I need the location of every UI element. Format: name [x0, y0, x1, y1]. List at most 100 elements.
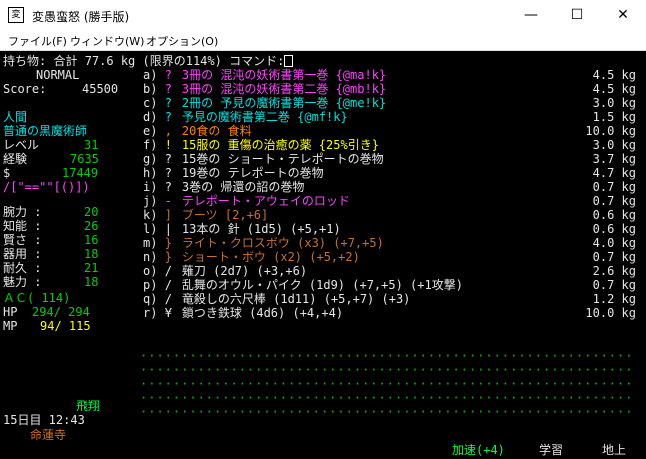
- close-button[interactable]: ✕: [600, 0, 646, 30]
- inventory-item[interactable]: i) ? 3巻の 帰還の詔の巻物: [143, 180, 304, 194]
- inventory-header: 持ち物: 合計 77.6 kg (限界の114%) コマンド:: [3, 54, 294, 68]
- item-symbol-icon: -: [164, 194, 172, 208]
- item-name: 薙刀 (2d7) (+3,+6): [174, 264, 308, 278]
- item-key: m): [143, 236, 165, 250]
- stat-dex-value: 18: [84, 247, 99, 261]
- menu-bar: ファイル(F) ウィンドウ(W) オプション(O): [0, 30, 646, 51]
- stat-wis-label: 賢さ :: [3, 233, 42, 247]
- inventory-item[interactable]: a) ? 3冊の 混沌の妖術書第一巻 {@ma!k}: [143, 68, 386, 82]
- item-weight: 4.5 kg: [592, 68, 636, 82]
- item-symbol-icon: ¥: [164, 306, 172, 320]
- gold-label: $: [3, 166, 11, 180]
- inventory-item[interactable]: l) | 13本の 針 (1d5) (+5,+1): [143, 222, 341, 236]
- inventory-item[interactable]: c) ? 2冊の 予見の魔術書第一巻 {@me!k}: [143, 96, 386, 110]
- inventory-item[interactable]: h) ? 19巻の テレポートの巻物: [143, 166, 324, 180]
- item-name: 20食の 食料: [174, 124, 252, 138]
- item-symbol-icon: ?: [164, 82, 172, 96]
- study-status: 学習: [539, 443, 564, 457]
- item-name: 鎖つき鉄球 (4d6) (+4,+4): [174, 306, 344, 320]
- inventory-item[interactable]: f) ! 15服の 重傷の治癒の薬 {25%引き}: [143, 138, 379, 152]
- exp-value: 7635: [70, 152, 99, 166]
- item-weight: 0.7 kg: [592, 250, 636, 264]
- item-symbol-icon: ?: [164, 68, 172, 82]
- inventory-item[interactable]: r) ¥ 鎖つき鉄球 (4d6) (+4,+4): [143, 306, 343, 320]
- inventory-item[interactable]: n) } ショート・ボウ (x2) (+5,+2): [143, 250, 360, 264]
- inventory-item[interactable]: e) , 20食の 食料: [143, 124, 252, 138]
- item-key: h): [143, 166, 165, 180]
- mode: NORMAL: [36, 68, 80, 82]
- item-symbol-icon: }: [164, 250, 172, 264]
- inventory-item[interactable]: q) / 竜殺しの六尺棒 (1d11) (+5,+7) (+3): [143, 292, 410, 306]
- item-key: e): [143, 124, 165, 138]
- hp-label: HP: [3, 305, 18, 319]
- hp-value: 294/ 294: [32, 305, 90, 319]
- item-symbol-icon: /: [164, 278, 172, 292]
- maximize-button[interactable]: ☐: [554, 0, 600, 30]
- item-key: o): [143, 264, 165, 278]
- score-label: Score:: [3, 82, 47, 96]
- item-name: 19巻の テレポートの巻物: [174, 166, 324, 180]
- game-datetime: 15日目 12:43: [3, 413, 85, 427]
- inventory-item[interactable]: k) ] ブーツ [2,+6]: [143, 208, 268, 222]
- stat-int-label: 知能 :: [3, 219, 42, 233]
- item-name: ショート・ボウ (x2) (+5,+2): [174, 250, 360, 264]
- mp-value: 94/ 115: [40, 319, 91, 333]
- item-name: 3巻の 帰還の詔の巻物: [174, 180, 305, 194]
- item-symbol-icon: ,: [164, 124, 172, 138]
- item-weight: 2.6 kg: [592, 264, 636, 278]
- armor-class: ＡＣ( 114): [3, 291, 71, 305]
- menu-options[interactable]: オプション(O): [146, 33, 218, 49]
- item-weight: 4.7 kg: [592, 166, 636, 180]
- map-dots-row: ········································…: [140, 405, 632, 419]
- terminal: 持ち物: 合計 77.6 kg (限界の114%) コマンド: NORMAL S…: [0, 51, 646, 459]
- title-bar: 変 変愚蛮怒 (勝手版) — ☐ ✕: [0, 0, 646, 30]
- item-symbol-icon: /: [164, 264, 172, 278]
- map-dots-row: ········································…: [140, 349, 632, 363]
- item-key: b): [143, 82, 165, 96]
- stat-chr-label: 魅力 :: [3, 275, 42, 289]
- item-weight: 1.2 kg: [592, 292, 636, 306]
- inventory-item[interactable]: j) - テレポート・アウェイのロッド: [143, 194, 350, 208]
- inventory-item[interactable]: m) } ライト・クロスボウ (x3) (+7,+5): [143, 236, 384, 250]
- stat-str-value: 20: [84, 205, 99, 219]
- item-weight: 0.7 kg: [592, 278, 636, 292]
- inventory-item[interactable]: p) / 乱舞のオウル・パイク (1d9) (+7,+5) (+1攻撃): [143, 278, 463, 292]
- stat-wis-value: 16: [84, 233, 99, 247]
- inventory-item[interactable]: g) ? 15巻の ショート・テレポートの巻物: [143, 152, 384, 166]
- minimize-button[interactable]: —: [508, 0, 554, 30]
- inventory-item[interactable]: d) ? 予見の魔術書第二巻 {@mf!k}: [143, 110, 348, 124]
- item-key: k): [143, 208, 165, 222]
- item-name: 15服の 重傷の治癒の薬 {25%引き}: [174, 138, 379, 152]
- item-weight: 10.0 kg: [585, 306, 636, 320]
- stat-chr-value: 18: [84, 275, 99, 289]
- item-weight: 1.5 kg: [592, 110, 636, 124]
- stat-con-label: 耐久 :: [3, 261, 42, 275]
- stat-str-label: 腕力 :: [3, 205, 42, 219]
- item-name: ブーツ [2,+6]: [174, 208, 269, 222]
- inventory-item[interactable]: b) ? 3冊の 混沌の妖術書第二巻 {@mb!k}: [143, 82, 386, 96]
- item-symbol-icon: ?: [164, 180, 172, 194]
- item-key: f): [143, 138, 165, 152]
- menu-window[interactable]: ウィンドウ(W): [70, 33, 144, 49]
- item-key: i): [143, 180, 165, 194]
- item-name: 13本の 針 (1d5) (+5,+1): [174, 222, 341, 236]
- cursor: [284, 55, 294, 67]
- item-symbol-icon: ]: [164, 208, 172, 222]
- item-name: 3冊の 混沌の妖術書第一巻 {@ma!k}: [174, 68, 387, 82]
- menu-file[interactable]: ファイル(F): [8, 33, 67, 49]
- item-key: a): [143, 68, 165, 82]
- item-name: 予見の魔術書第二巻 {@mf!k}: [174, 110, 348, 124]
- app-icon: 変: [8, 7, 24, 23]
- item-name: 15巻の ショート・テレポートの巻物: [174, 152, 384, 166]
- item-weight: 4.0 kg: [592, 236, 636, 250]
- item-key: q): [143, 292, 165, 306]
- item-weight: 4.5 kg: [592, 82, 636, 96]
- item-name: 竜殺しの六尺棒 (1d11) (+5,+7) (+3): [174, 292, 411, 306]
- class: 普通の黒魔術師: [3, 124, 88, 138]
- item-symbol-icon: ?: [164, 96, 172, 110]
- level-value: 31: [84, 138, 99, 152]
- item-key: n): [143, 250, 165, 264]
- inventory-item[interactable]: o) / 薙刀 (2d7) (+3,+6): [143, 264, 307, 278]
- item-key: g): [143, 152, 165, 166]
- item-symbol-icon: ?: [164, 152, 172, 166]
